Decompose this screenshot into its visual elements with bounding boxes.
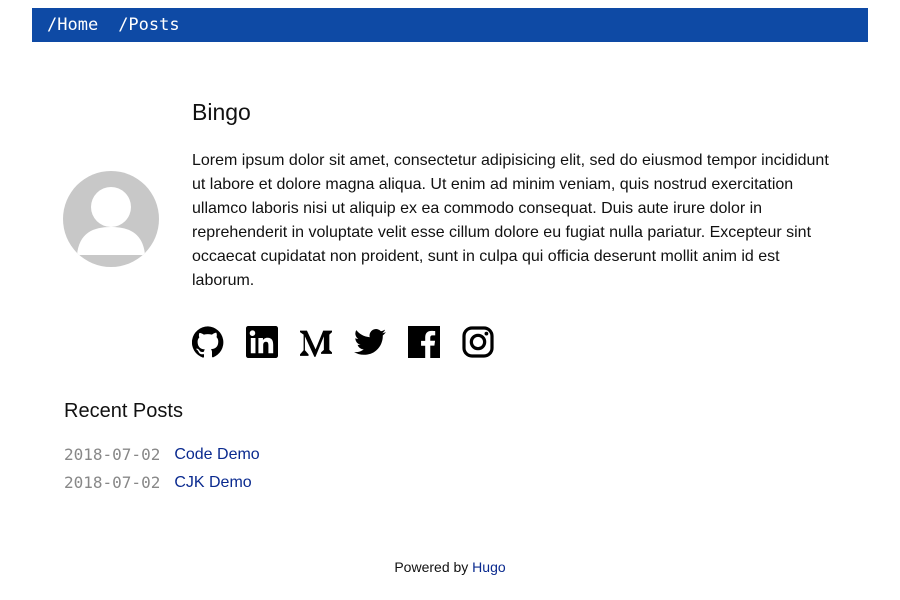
- footer-text: Powered by: [394, 559, 469, 575]
- hugo-link[interactable]: Hugo: [472, 559, 505, 575]
- recent-posts-list: 2018-07-02 Code Demo 2018-07-02 CJK Demo: [64, 441, 260, 497]
- github-icon: [192, 326, 224, 358]
- linkedin-link[interactable]: [246, 326, 278, 358]
- post-date: 2018-07-02: [64, 473, 161, 492]
- github-link[interactable]: [192, 326, 224, 358]
- profile-name: Bingo: [192, 99, 251, 125]
- facebook-icon: [408, 326, 440, 358]
- facebook-link[interactable]: [408, 326, 440, 358]
- footer: Powered by Hugo: [0, 556, 900, 578]
- post-date: 2018-07-02: [64, 445, 161, 464]
- social-links: [192, 326, 494, 358]
- top-nav: /Home /Posts: [32, 8, 868, 42]
- twitter-icon: [354, 329, 386, 355]
- post-link-code-demo[interactable]: Code Demo: [174, 441, 259, 469]
- medium-link[interactable]: [300, 326, 332, 358]
- list-item: 2018-07-02 CJK Demo: [64, 469, 260, 497]
- nav-posts-link[interactable]: /Posts: [118, 8, 179, 42]
- recent-posts-heading: Recent Posts: [64, 400, 183, 422]
- nav-home-link[interactable]: /Home: [47, 8, 98, 42]
- twitter-link[interactable]: [354, 326, 386, 358]
- instagram-link[interactable]: [462, 326, 494, 358]
- list-item: 2018-07-02 Code Demo: [64, 441, 260, 469]
- profile-section: Bingo Lorem ipsum dolor sit amet, consec…: [192, 95, 842, 293]
- post-link-cjk-demo[interactable]: CJK Demo: [174, 469, 251, 497]
- instagram-icon: [462, 326, 494, 358]
- avatar: [63, 171, 159, 267]
- linkedin-icon: [246, 326, 278, 358]
- profile-bio: Lorem ipsum dolor sit amet, consectetur …: [192, 152, 829, 289]
- medium-icon: [300, 330, 332, 357]
- default-avatar-icon: [77, 187, 145, 255]
